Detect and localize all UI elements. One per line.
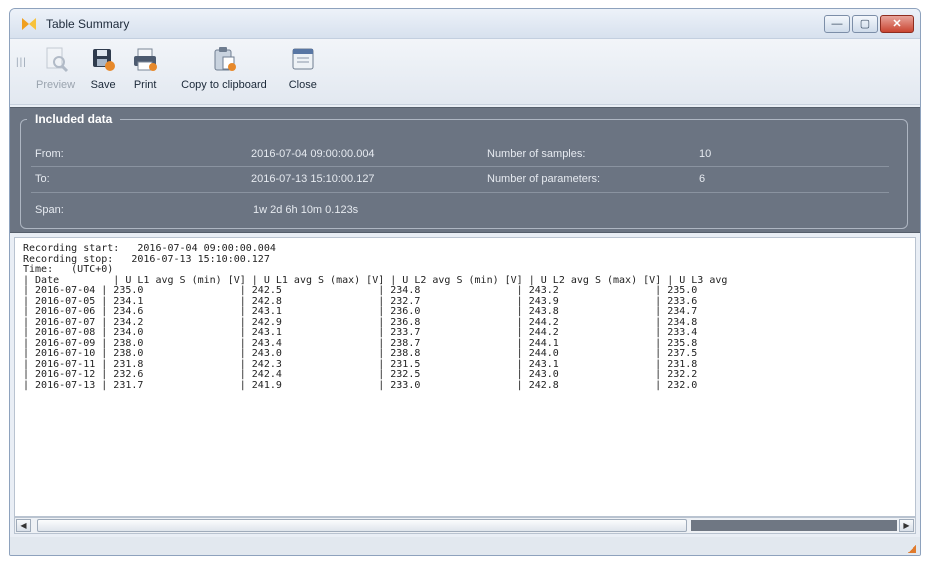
span-value: 1w 2d 6h 10m 0.123s bbox=[253, 204, 359, 216]
table-row: | 2016-07-08 | 234.0 | 243.1 | 233.7 | 2… bbox=[23, 327, 698, 338]
scroll-left-button[interactable]: ◀ bbox=[16, 519, 31, 532]
app-logo-icon bbox=[22, 17, 36, 30]
samples-label: Number of samples: bbox=[487, 148, 586, 160]
close-label: Close bbox=[288, 79, 317, 91]
divider bbox=[31, 166, 889, 167]
samples-value: 10 bbox=[699, 148, 712, 160]
status-bar bbox=[10, 537, 920, 555]
chevron-right-icon: ▶ bbox=[903, 521, 910, 530]
copy-to-clipboard-button[interactable]: Copy to clipboard bbox=[177, 45, 271, 91]
preview-icon bbox=[46, 47, 68, 73]
scrollbar-thumb[interactable] bbox=[37, 519, 687, 532]
table-row: | 2016-07-05 | 234.1 | 242.8 | 232.7 | 2… bbox=[23, 295, 698, 307]
recording-start-line: Recording start: 2016-07-04 09:00:00.004 bbox=[23, 243, 276, 254]
minimize-button[interactable]: — bbox=[824, 14, 850, 33]
included-data-group: Included data From: 2016-07-04 09:00:00.… bbox=[20, 112, 908, 229]
toolbar: ||| Preview Save Print Copy to clipboard… bbox=[10, 39, 920, 105]
table-row: | 2016-07-10 | 238.0 | 243.0 | 238.8 | 2… bbox=[23, 348, 698, 359]
to-value: 2016-07-13 15:10:00.127 bbox=[251, 173, 375, 185]
scroll-right-button[interactable]: ▶ bbox=[899, 519, 914, 532]
close-icon: ✕ bbox=[892, 18, 902, 30]
from-label: From: bbox=[35, 148, 64, 160]
preview-button[interactable]: Preview bbox=[32, 45, 79, 91]
close-document-icon bbox=[292, 48, 314, 70]
preview-label: Preview bbox=[36, 79, 76, 91]
save-button[interactable]: Save bbox=[85, 45, 121, 91]
print-icon bbox=[134, 48, 158, 71]
table-row: | 2016-07-11 | 231.8 | 242.3 | 231.5 | 2… bbox=[23, 358, 698, 370]
horizontal-scrollbar[interactable]: ◀ ▶ bbox=[14, 517, 916, 534]
minimize-icon: — bbox=[831, 17, 843, 30]
title-bar: Table Summary — ▢ ✕ bbox=[10, 9, 920, 39]
resize-grip-icon[interactable] bbox=[908, 545, 916, 553]
save-label: Save bbox=[90, 79, 116, 91]
table-row: | 2016-07-06 | 234.6 | 243.1 | 236.0 | 2… bbox=[23, 306, 698, 317]
close-button[interactable]: Close bbox=[285, 45, 321, 91]
included-data-legend: Included data bbox=[27, 112, 121, 126]
chevron-left-icon: ◀ bbox=[20, 521, 27, 530]
close-window-button[interactable]: ✕ bbox=[880, 14, 914, 33]
table-header-row: | Date | U L1 avg S (min) [V] | U L1 avg… bbox=[23, 274, 728, 286]
table-row: | 2016-07-07 | 234.2 | 242.9 | 236.8 | 2… bbox=[23, 316, 698, 328]
span-label: Span: bbox=[35, 204, 64, 216]
params-value: 6 bbox=[699, 173, 706, 185]
to-label: To: bbox=[35, 173, 50, 185]
table-summary-window: Table Summary — ▢ ✕ ||| Preview Save Pri… bbox=[9, 8, 921, 556]
table-row: | 2016-07-09 | 238.0 | 243.4 | 238.7 | 2… bbox=[23, 337, 698, 349]
included-data-panel: Included data From: 2016-07-04 09:00:00.… bbox=[10, 107, 920, 233]
divider bbox=[31, 192, 889, 193]
maximize-button[interactable]: ▢ bbox=[852, 14, 878, 33]
print-button[interactable]: Print bbox=[127, 45, 163, 91]
window-title: Table Summary bbox=[46, 16, 130, 31]
maximize-icon: ▢ bbox=[859, 18, 871, 30]
params-label: Number of parameters: bbox=[487, 173, 601, 185]
time-line: Time: (UTC+0) bbox=[23, 264, 114, 275]
table-row: | 2016-07-12 | 232.6 | 242.4 | 232.5 | 2… bbox=[23, 369, 698, 380]
table-row: | 2016-07-13 | 231.7 | 241.9 | 233.0 | 2… bbox=[23, 379, 698, 391]
recording-stop-line: Recording stop: 2016-07-13 15:10:00.127 bbox=[23, 253, 270, 265]
scrollbar-track[interactable] bbox=[691, 520, 897, 531]
table-row: | 2016-07-04 | 235.0 | 242.5 | 234.8 | 2… bbox=[23, 285, 698, 296]
clipboard-icon bbox=[214, 47, 236, 71]
from-value: 2016-07-04 09:00:00.004 bbox=[251, 148, 375, 160]
save-icon bbox=[93, 49, 116, 71]
copy-to-clipboard-label: Copy to clipboard bbox=[181, 79, 267, 91]
print-label: Print bbox=[133, 79, 157, 91]
report-text-area[interactable]: Recording start: 2016-07-04 09:00:00.004… bbox=[14, 237, 916, 517]
toolbar-grip[interactable]: ||| bbox=[10, 45, 32, 68]
